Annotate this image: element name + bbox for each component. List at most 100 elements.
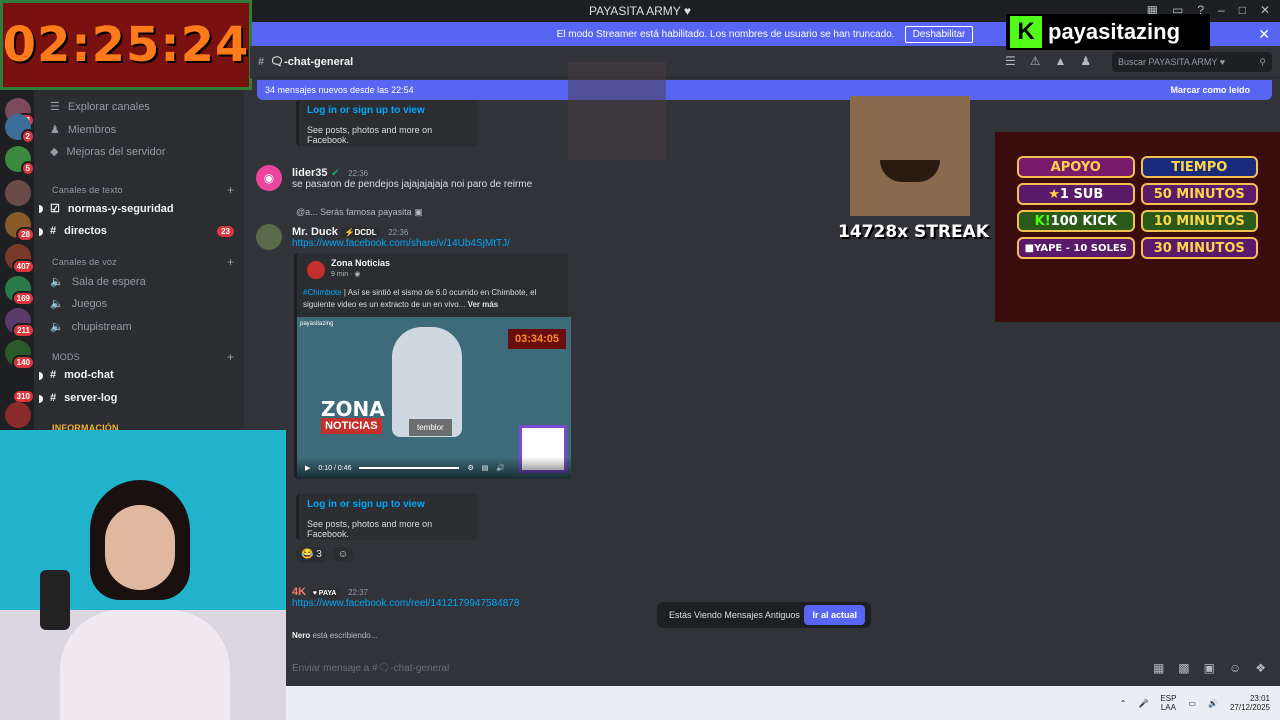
source-avatar — [307, 261, 325, 279]
rules-icon: ☑ — [50, 203, 60, 215]
viewing-older-messages-bar: Estás Viendo Mensajes Antiguos Ir al act… — [657, 602, 871, 628]
reply-text: @a... Serás famosa payasita — [296, 207, 412, 217]
add-channel-icon[interactable]: + — [227, 255, 234, 269]
voice-channel-juegos[interactable]: 🔈 Juegos — [50, 297, 107, 311]
support-option-text: 100 KICK — [1050, 213, 1117, 229]
threads-icon[interactable]: ☰ — [1005, 54, 1016, 68]
video-progress[interactable] — [359, 467, 460, 469]
avatar[interactable] — [256, 224, 282, 250]
search-input[interactable]: Buscar PAYASITA ARMY ♥ ⚲ — [1112, 52, 1272, 72]
clock[interactable]: 23:01 27/12/2025 — [1230, 694, 1270, 712]
server-icon[interactable]: 407 — [5, 244, 35, 274]
item-label: Miembros — [67, 123, 117, 136]
category-mods[interactable]: MODS — [52, 352, 80, 362]
timestamp: 22:36 — [348, 169, 369, 178]
pin-icon[interactable]: ▲ — [1055, 54, 1067, 68]
server-icon[interactable]: 28 — [5, 212, 35, 242]
sticker-icon[interactable]: ▣ — [1204, 661, 1215, 675]
mark-as-read-button[interactable]: Marcar como leído — [1170, 85, 1250, 95]
message-link[interactable]: https://www.facebook.com/reel/1412179947… — [292, 598, 519, 609]
play-icon[interactable]: ▶ — [305, 464, 310, 472]
server-icon[interactable]: 211 — [5, 308, 35, 338]
typing-user: Nero — [292, 631, 311, 640]
category-text-channels[interactable]: Canales de texto — [52, 185, 123, 195]
globe-icon: ◉ — [354, 271, 361, 278]
unread-indicator — [39, 205, 43, 213]
author-name[interactable]: Mr. Duck — [292, 226, 338, 238]
facebook-embed: Log in or sign up to view See posts, pho… — [296, 100, 478, 146]
support-option-text: 1 SUB — [1059, 186, 1104, 202]
video-player[interactable]: payasitazing 03:34:05 ZONA NOTICIAS temb… — [297, 317, 571, 479]
see-more-link[interactable]: Ver más — [468, 300, 499, 309]
server-icon[interactable]: 310 — [5, 374, 35, 404]
mute-bell-icon[interactable]: ⚠ — [1030, 54, 1041, 68]
server-icon[interactable]: 169 — [5, 276, 35, 306]
voice-channel-sala-de-espera[interactable]: 🔈 Sala de espera — [50, 275, 146, 289]
disable-streamer-button[interactable]: Deshabilitar — [904, 25, 974, 43]
server-icon[interactable] — [5, 180, 31, 206]
microphone-icon[interactable]: 🎤 — [1138, 699, 1148, 708]
emoji-icon[interactable]: ☺ — [1229, 661, 1241, 675]
category-voice-channels[interactable]: Canales de voz — [52, 257, 117, 267]
kick-username: payasitazing — [1048, 19, 1181, 44]
channel-normas-y-seguridad[interactable]: ☑ normas-y-seguridad — [50, 202, 174, 216]
support-time: 10 MINUTOS — [1140, 210, 1258, 232]
video-caption: temblor — [409, 419, 452, 436]
server-boost-item[interactable]: ◆ Mejoras del servidor — [50, 145, 166, 159]
jump-to-present-button[interactable]: Ir al actual — [804, 605, 865, 625]
hashtag[interactable]: #Chimbote — [303, 288, 342, 297]
message-composer[interactable]: Enviar mensaje a #🗨-chat-general ▦ ▩ ▣ ☺… — [286, 650, 1280, 686]
new-messages-bar[interactable]: 34 mensajes nuevos desde las 22:54 Marca… — [257, 80, 1272, 100]
captions-icon[interactable]: ▤ — [482, 464, 489, 472]
avatar[interactable]: ◉ — [256, 165, 282, 191]
close-window-icon[interactable]: ✕ — [1260, 3, 1270, 17]
chevron-up-icon[interactable]: ⌃ — [1120, 699, 1127, 708]
new-messages-text: 34 mensajes nuevos desde las 22:54 — [265, 85, 414, 95]
server-icon[interactable]: 5 — [5, 146, 35, 176]
members-item[interactable]: ♟ Miembros — [50, 123, 117, 137]
gift-icon[interactable]: ▦ — [1153, 661, 1164, 675]
close-icon[interactable]: ✕ — [1258, 26, 1270, 43]
member-list-icon[interactable]: ♟ — [1080, 54, 1091, 68]
voice-channel-chupistream[interactable]: 🔈 chupistream — [50, 320, 132, 334]
server-badge: 140 — [11, 355, 35, 370]
clan-tag: ⚡DCDL — [341, 227, 380, 238]
message-link[interactable]: https://www.facebook.com/share/v/14Ub4Sj… — [292, 238, 510, 249]
server-icon[interactable] — [5, 402, 31, 428]
volume-icon[interactable]: 🔊 — [496, 464, 505, 472]
explore-channels-item[interactable]: ☰ Explorar canales — [50, 100, 150, 114]
settings-icon[interactable]: ⚙ — [467, 464, 473, 472]
author-name[interactable]: 4K — [292, 586, 306, 598]
channel-directos[interactable]: # directos — [50, 225, 107, 237]
network-icon[interactable]: ▭ — [1188, 699, 1196, 708]
lang-code: ESP — [1160, 694, 1177, 703]
speaker-icon: 🔈 — [50, 298, 64, 310]
fb-login-link[interactable]: Log in or sign up to view — [307, 499, 470, 510]
language-indicator[interactable]: ESP LAA — [1160, 694, 1176, 712]
minimize-icon[interactable]: – — [1218, 3, 1225, 17]
add-reaction-icon[interactable]: ☺ — [332, 547, 354, 562]
add-channel-icon[interactable]: + — [227, 183, 234, 197]
fb-subtext: See posts, photos and more on Facebook. — [307, 519, 433, 539]
channel-server-log[interactable]: # server-log — [50, 392, 117, 404]
author-name[interactable]: lider35 — [292, 167, 327, 179]
add-channel-icon[interactable]: + — [227, 350, 234, 364]
reaction-laugh[interactable]: 😂 3 — [296, 547, 327, 562]
channel-mod-chat[interactable]: # mod-chat — [50, 369, 114, 381]
server-icon[interactable]: 140 — [5, 340, 35, 370]
embed-source[interactable]: Zona Noticias — [331, 258, 390, 268]
clan-tag: ♥ PAYA — [309, 589, 340, 598]
gif-icon[interactable]: ▩ — [1178, 661, 1189, 675]
apps-icon[interactable]: ❖ — [1255, 661, 1266, 675]
volume-icon[interactable]: 🔊 — [1208, 699, 1218, 708]
image-icon: ▣ — [414, 207, 423, 217]
server-icon[interactable]: 2 — [5, 114, 35, 144]
fb-login-link[interactable]: Log in or sign up to view — [307, 105, 470, 116]
server-badge: 211 — [12, 323, 35, 338]
verified-icon: ✔ — [331, 168, 340, 179]
maximize-icon[interactable]: □ — [1239, 3, 1246, 17]
embed-image[interactable] — [568, 62, 666, 160]
windows-taskbar: ⌃ 🎤 ESP LAA ▭ 🔊 23:01 27/12/2025 — [286, 686, 1280, 720]
reply-preview[interactable]: @a... Serás famosa payasita ▣ — [296, 207, 423, 218]
stream-timer-overlay: 02:25:24 — [0, 0, 252, 90]
